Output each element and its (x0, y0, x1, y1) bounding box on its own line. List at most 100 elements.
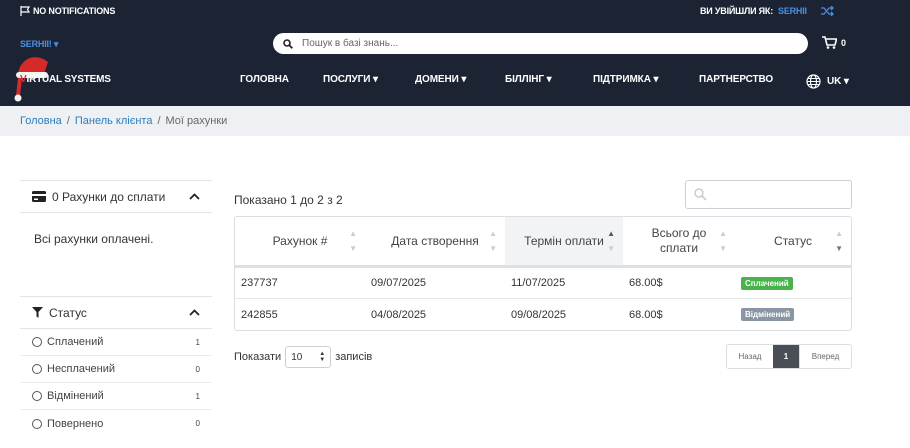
logout-shuffle-icon[interactable] (820, 6, 834, 16)
breadcrumb-client-area[interactable]: Панель клієнта (75, 115, 153, 127)
filter-unpaid[interactable]: Несплачений 0 (20, 356, 212, 383)
table-row[interactable]: 237737 09/07/2025 11/07/2025 68.00$ Спла… (235, 268, 851, 299)
cell-total: 68.00$ (629, 308, 663, 321)
table-info: Показано 1 до 2 з 2 (234, 193, 343, 207)
nav-affiliates[interactable]: ПАРТНЕРСТВО (699, 74, 773, 85)
status-filter-panel: Статус Сплачений 1 Несплачений 0 Відмінени… (20, 296, 212, 437)
length-prefix: Показати (234, 351, 282, 363)
status-filter-header[interactable]: Статус (20, 297, 212, 329)
table-search[interactable] (685, 180, 852, 209)
notifications-link[interactable]: NO NOTIFICATIONS (20, 6, 115, 16)
search-icon (694, 188, 707, 201)
sort-icon: ▲ ▼ (719, 229, 727, 253)
pagination: Назад 1 Вперед (726, 344, 852, 369)
cell-invoice: 242855 (241, 308, 278, 321)
language-label: UK ▾ (827, 76, 849, 87)
column-label: Термін оплати (524, 233, 604, 248)
column-due-date[interactable]: Термін оплати ▲ ▼ (505, 217, 623, 265)
filter-refunded[interactable]: Повернено 0 (20, 410, 212, 437)
filter-icon (32, 307, 43, 318)
filter-label: Відмінений (47, 390, 104, 402)
next-page-button[interactable]: Вперед (799, 345, 851, 368)
due-invoices-body: Всі рахунки оплачені. (34, 232, 154, 246)
column-label: Статус (774, 233, 812, 248)
sort-asc-icon: ▲ ▼ (607, 229, 615, 253)
column-date-created[interactable]: Дата створення ▲ ▼ (365, 217, 505, 265)
breadcrumb-home[interactable]: Головна (20, 115, 62, 127)
filter-paid[interactable]: Сплачений 1 (20, 329, 212, 356)
length-suffix: записів (335, 351, 373, 363)
page-length-select[interactable]: 10 ▲ ▼ (285, 346, 332, 368)
radio-button[interactable] (32, 364, 42, 374)
filter-count: 0 (195, 419, 200, 428)
column-label: Рахунок # (272, 233, 328, 248)
flag-icon (20, 6, 31, 16)
account-menu[interactable]: SERHII! ▾ (20, 39, 58, 50)
cell-invoice: 237737 (241, 277, 278, 289)
table-header: Рахунок # ▲ ▼ Дата створення ▲ ▼ Термін опла… (235, 217, 851, 268)
filter-cancelled[interactable]: Відмінений 1 (20, 383, 212, 410)
nav-services[interactable]: ПОСЛУГИ ▾ (323, 74, 378, 85)
column-total[interactable]: Всього до сплати ▲ ▼ (623, 217, 735, 265)
globe-icon (806, 74, 821, 89)
cell-due: 11/07/2025 (511, 277, 566, 289)
invoices-table: Рахунок # ▲ ▼ Дата створення ▲ ▼ Термін опла… (234, 216, 852, 331)
chevron-up-icon[interactable] (189, 191, 200, 203)
filter-count: 0 (195, 364, 200, 374)
logged-in-label: ВИ УВІЙШЛИ ЯК: (700, 6, 774, 16)
page-length-control: Показати 10 ▲ ▼ записів (234, 346, 372, 368)
search-input[interactable] (302, 38, 782, 49)
filter-count: 1 (195, 337, 200, 347)
column-status[interactable]: Статус ▲ ▼ (735, 217, 851, 265)
column-label: Всього до сплати (651, 226, 707, 255)
brand-logo[interactable]: VIRTUAL SYSTEMS (20, 74, 111, 85)
sort-icon: ▲ ▼ (489, 229, 497, 253)
notifications-label: NO NOTIFICATIONS (33, 6, 116, 16)
radio-button[interactable] (32, 418, 42, 429)
knowledgebase-search[interactable] (273, 33, 808, 54)
logged-in-user-link[interactable]: SERHII (778, 6, 807, 16)
page-length-value: 10 (291, 351, 303, 363)
nav-domains[interactable]: ДОМЕНИ ▾ (415, 74, 466, 85)
filter-label: Сплачений (47, 336, 104, 348)
status-badge: Сплачений (741, 276, 793, 290)
table-row[interactable]: 242855 04/08/2025 09/08/2025 68.00$ Відм… (235, 299, 851, 330)
cart-button[interactable]: 0 (822, 36, 846, 49)
nav-home[interactable]: ГОЛОВНА (240, 74, 289, 85)
radio-button[interactable] (32, 391, 42, 401)
sort-icon: ▲ ▼ (835, 229, 843, 253)
top-navbar: NO NOTIFICATIONS ВИ УВІЙШЛИ ЯК: SERHII S… (0, 0, 910, 106)
breadcrumb: Головна / Панель клієнта / Мої рахунки (20, 115, 228, 127)
cell-due: 09/08/2025 (511, 308, 567, 321)
logo-rest: IRTUAL SYSTEMS (26, 74, 111, 85)
cart-count: 0 (841, 37, 847, 48)
column-label: Дата створення (391, 233, 479, 248)
due-invoices-panel: 0 Рахунки до сплати Всі рахунки оплачені… (20, 180, 212, 263)
nav-billing[interactable]: БІЛЛІНГ ▾ (505, 74, 552, 85)
cell-created: 04/08/2025 (371, 308, 427, 321)
credit-card-icon (32, 191, 46, 202)
due-invoices-title: 0 Рахунки до сплати (52, 189, 166, 204)
column-invoice-number[interactable]: Рахунок # ▲ ▼ (235, 217, 365, 265)
cart-icon (822, 36, 837, 49)
sort-icon: ▲ ▼ (349, 229, 357, 253)
filter-count: 1 (195, 391, 200, 401)
status-filter-title: Статус (49, 305, 87, 320)
search-icon (283, 38, 293, 49)
filter-label: Повернено (47, 417, 104, 430)
cell-created: 09/07/2025 (371, 277, 427, 289)
nav-support[interactable]: ПІДТРИМКА ▾ (593, 74, 659, 85)
radio-button[interactable] (32, 337, 42, 347)
chevron-up-icon[interactable] (189, 307, 200, 319)
breadcrumb-current: Мої рахунки (165, 115, 228, 127)
table-search-input[interactable] (711, 187, 841, 202)
language-selector[interactable]: UK ▾ (806, 74, 849, 89)
logged-in-info: ВИ УВІЙШЛИ ЯК: SERHII (700, 6, 834, 16)
status-badge: Відмінений (741, 308, 795, 321)
filter-label: Несплачений (47, 363, 116, 375)
select-arrows-icon: ▲ ▼ (319, 351, 326, 363)
page-1-button[interactable]: 1 (773, 345, 799, 368)
prev-page-button[interactable]: Назад (727, 345, 773, 368)
cell-total: 68.00$ (629, 277, 663, 289)
due-invoices-header[interactable]: 0 Рахунки до сплати (20, 181, 212, 213)
